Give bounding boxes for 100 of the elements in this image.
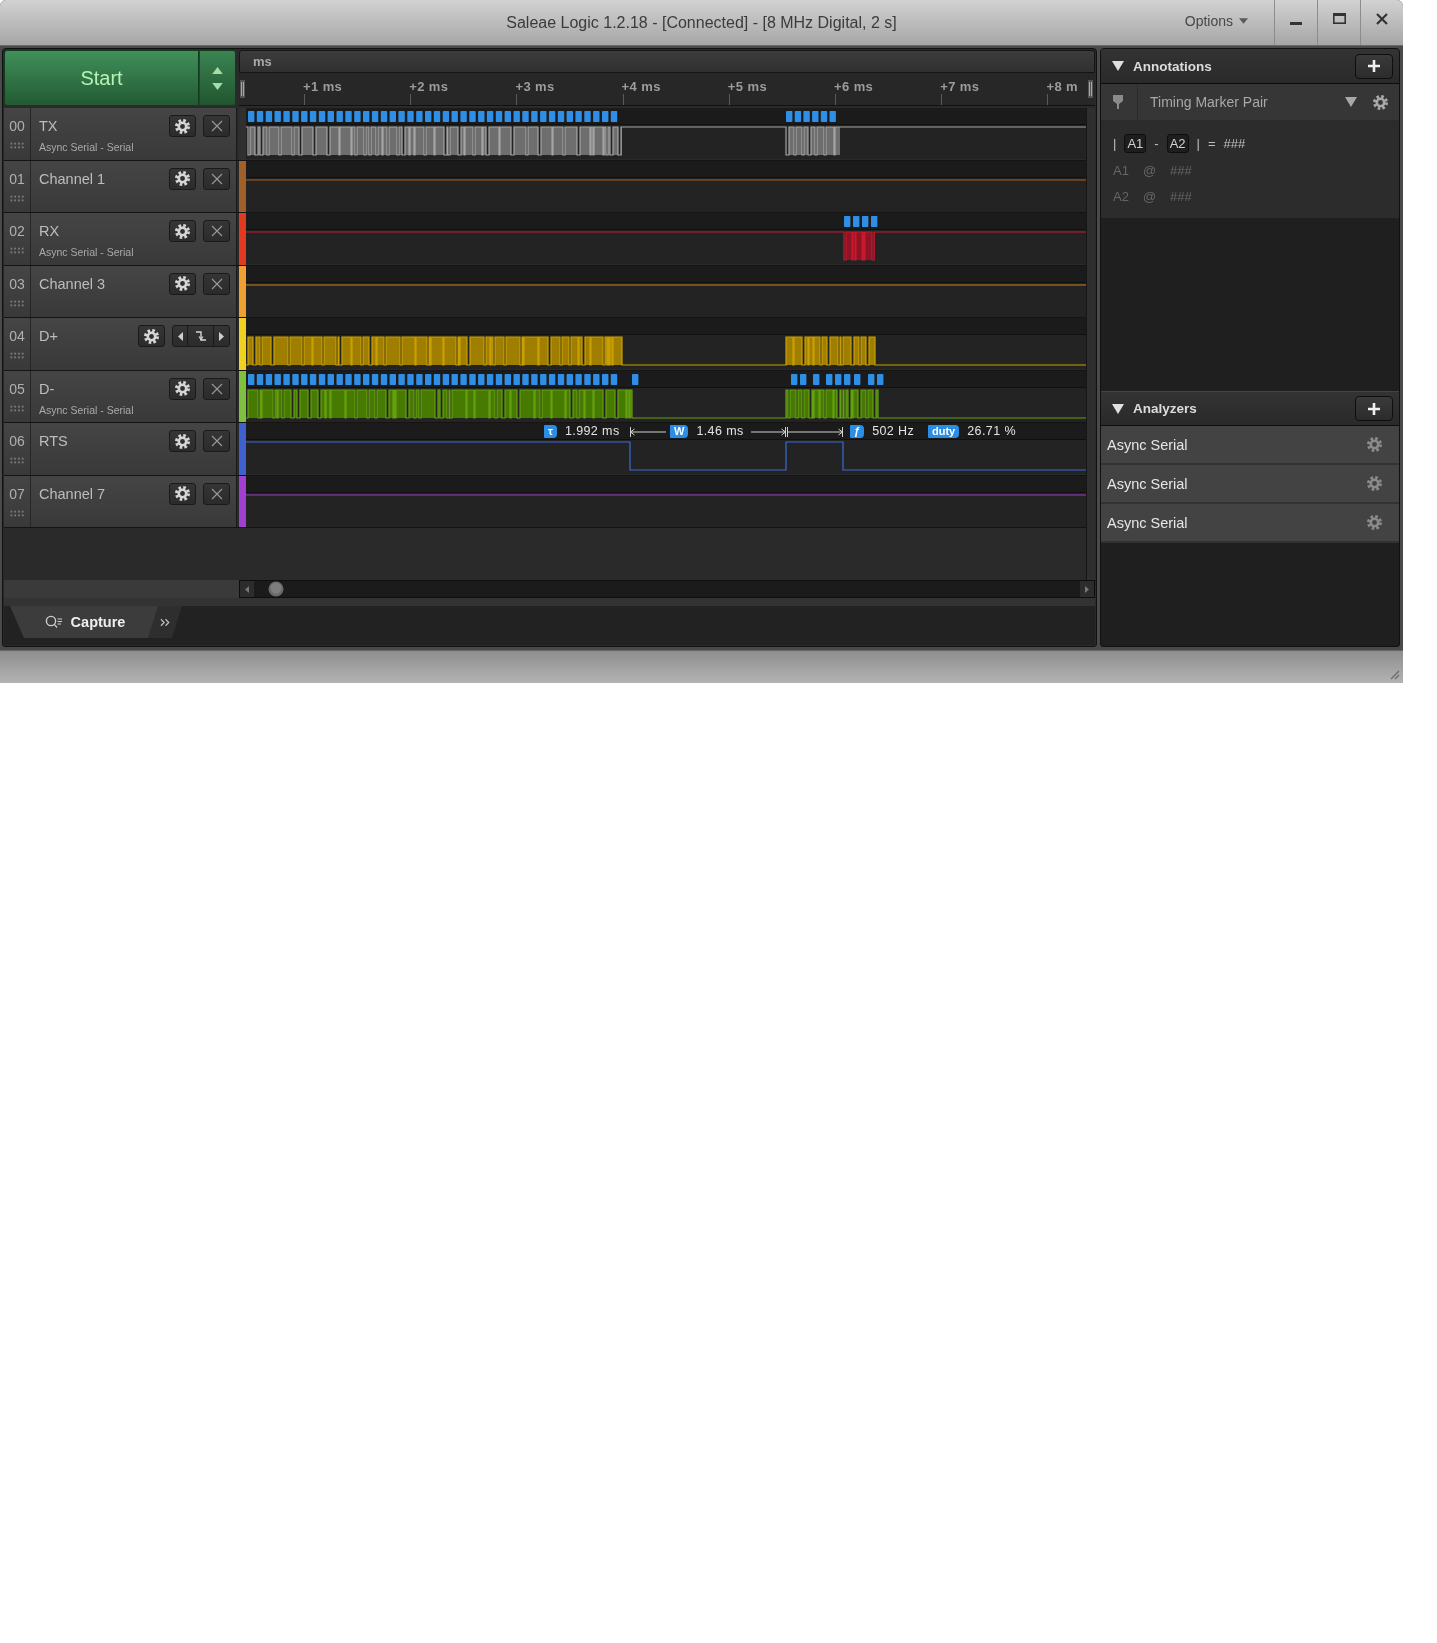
decoded-byte-marker[interactable] (283, 111, 290, 122)
decoded-byte-marker[interactable] (380, 111, 388, 122)
decoded-byte-marker[interactable] (469, 373, 476, 385)
decoded-byte-marker[interactable] (495, 111, 503, 122)
decoded-byte-marker[interactable] (327, 373, 334, 385)
decoded-byte-marker[interactable] (442, 111, 450, 122)
analyzer-row[interactable]: Async Serial (1101, 465, 1399, 504)
decoded-byte-marker[interactable] (460, 373, 467, 385)
decoded-byte-marker[interactable] (826, 373, 833, 385)
decoded-byte-marker[interactable] (610, 111, 618, 122)
decoded-byte-marker[interactable] (380, 373, 388, 385)
decoded-byte-marker[interactable] (256, 111, 264, 122)
drag-handle-icon[interactable] (9, 247, 25, 254)
decoded-byte-marker[interactable] (540, 111, 547, 122)
drag-handle-icon[interactable] (9, 299, 25, 307)
decoded-byte-marker[interactable] (274, 373, 281, 385)
decoded-byte-marker[interactable] (531, 373, 538, 385)
decoded-byte-marker[interactable] (292, 373, 299, 385)
decoded-byte-marker[interactable] (292, 111, 299, 122)
decoded-byte-marker[interactable] (265, 111, 273, 122)
decoded-byte-marker[interactable] (854, 373, 861, 385)
decoded-byte-marker[interactable] (584, 111, 591, 122)
scrollbar-thumb[interactable] (268, 581, 284, 597)
analyzer-settings-button[interactable] (1366, 514, 1382, 531)
decoded-byte-marker[interactable] (835, 373, 842, 385)
decoded-byte-marker[interactable] (451, 373, 458, 385)
decoded-byte-marker[interactable] (575, 111, 582, 122)
decoded-byte-marker[interactable] (425, 111, 432, 122)
start-button[interactable]: Start (4, 50, 199, 106)
decoded-byte-marker[interactable] (318, 111, 326, 122)
decoded-byte-marker[interactable] (844, 216, 851, 227)
expand-triangle-icon[interactable] (1112, 61, 1124, 71)
drag-handle-icon[interactable] (9, 457, 25, 464)
decoded-byte-marker[interactable] (871, 216, 878, 227)
decoded-byte-marker[interactable] (248, 111, 255, 122)
decoded-byte-marker[interactable] (513, 111, 520, 122)
decoded-byte-marker[interactable] (812, 111, 819, 122)
decoded-byte-marker[interactable] (407, 373, 414, 385)
decoded-byte-marker[interactable] (389, 373, 396, 385)
decoded-byte-marker[interactable] (813, 373, 820, 385)
decoded-byte-marker[interactable] (301, 111, 308, 122)
channel-settings-button[interactable] (169, 167, 196, 190)
ruler-handle-icon[interactable] (1088, 80, 1093, 98)
decoded-byte-marker[interactable] (632, 373, 639, 385)
decoded-byte-marker[interactable] (844, 373, 851, 385)
decoded-byte-marker[interactable] (829, 111, 836, 122)
decoded-byte-marker[interactable] (548, 373, 556, 385)
decoded-byte-marker[interactable] (531, 111, 538, 122)
decoded-byte-marker[interactable] (602, 111, 609, 122)
decoded-byte-marker[interactable] (433, 111, 441, 122)
decoded-byte-marker[interactable] (354, 373, 361, 385)
drag-handle-icon[interactable] (9, 352, 25, 359)
drag-handle-icon[interactable] (9, 194, 25, 202)
decoded-byte-marker[interactable] (442, 373, 450, 385)
decoded-byte-marker[interactable] (853, 216, 860, 227)
decoded-byte-marker[interactable] (354, 111, 361, 122)
decoded-byte-marker[interactable] (791, 373, 798, 385)
decoded-byte-marker[interactable] (371, 373, 379, 385)
trigger-button[interactable] (203, 272, 230, 295)
decoded-byte-marker[interactable] (877, 373, 884, 385)
decoded-byte-marker[interactable] (504, 373, 511, 385)
decoded-byte-marker[interactable] (416, 111, 423, 122)
trigger-button[interactable] (203, 220, 230, 242)
decoded-byte-marker[interactable] (868, 373, 875, 385)
decoded-byte-marker[interactable] (495, 373, 503, 385)
decoded-byte-marker[interactable] (602, 373, 609, 385)
capture-options-toggle[interactable] (199, 50, 236, 106)
vertical-scrollbar[interactable] (1086, 108, 1095, 580)
trigger-button[interactable] (203, 115, 230, 137)
decoded-byte-marker[interactable] (274, 111, 281, 122)
channel-settings-button[interactable] (169, 430, 196, 452)
decoded-byte-marker[interactable] (794, 111, 802, 122)
channel-settings-button[interactable] (169, 377, 196, 400)
trigger-button[interactable] (203, 482, 230, 505)
decoded-byte-marker[interactable] (800, 373, 807, 385)
decoded-byte-marker[interactable] (478, 373, 485, 385)
decoded-byte-marker[interactable] (416, 373, 423, 385)
decoded-byte-marker[interactable] (336, 111, 343, 122)
decoded-byte-marker[interactable] (504, 111, 511, 122)
decoded-byte-marker[interactable] (327, 111, 334, 122)
decoded-byte-marker[interactable] (584, 373, 591, 385)
options-menu[interactable]: Options (1184, 0, 1274, 45)
marker-settings-button[interactable] (1371, 93, 1389, 111)
drag-handle-icon[interactable] (9, 404, 25, 412)
decoded-byte-marker[interactable] (486, 373, 494, 385)
decoded-byte-marker[interactable] (363, 373, 370, 385)
analyzer-row[interactable]: Async Serial (1101, 426, 1399, 465)
decoded-byte-marker[interactable] (566, 111, 573, 122)
scroll-left-button[interactable] (240, 581, 254, 597)
decoded-byte-marker[interactable] (513, 373, 520, 385)
add-annotation-button[interactable] (1355, 53, 1393, 79)
decoded-byte-marker[interactable] (862, 216, 869, 227)
decoded-byte-marker[interactable] (522, 373, 529, 385)
decoded-byte-marker[interactable] (610, 373, 618, 385)
decoded-byte-marker[interactable] (451, 111, 458, 122)
ruler-handle-icon[interactable] (240, 80, 245, 98)
trigger-button[interactable] (203, 167, 230, 190)
decoded-byte-marker[interactable] (803, 111, 810, 122)
decoded-byte-marker[interactable] (593, 111, 600, 122)
decoded-byte-marker[interactable] (363, 111, 370, 122)
